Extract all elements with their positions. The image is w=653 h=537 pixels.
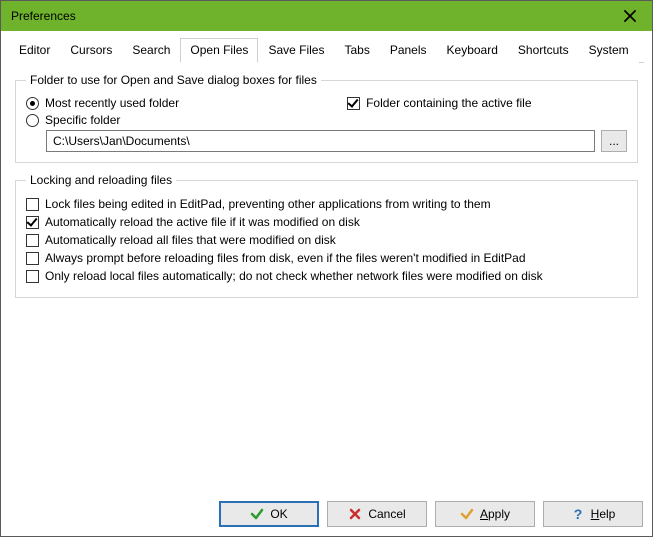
check-local-only-label: Only reload local files automatically; d… — [45, 269, 543, 283]
content-area: EditorCursorsSearchOpen FilesSave FilesT… — [1, 31, 652, 314]
tab-cursors[interactable]: Cursors — [60, 38, 122, 63]
check-auto-reload-all-label: Automatically reload all files that were… — [45, 233, 336, 247]
browse-button[interactable]: ... — [601, 130, 627, 152]
tab-save-files[interactable]: Save Files — [258, 38, 334, 63]
locking-legend: Locking and reloading files — [26, 173, 176, 187]
tab-strip: EditorCursorsSearchOpen FilesSave FilesT… — [9, 37, 644, 63]
browse-button-label: ... — [609, 135, 619, 147]
tab-system[interactable]: System — [579, 38, 639, 63]
tab-search[interactable]: Search — [122, 38, 180, 63]
close-icon — [623, 9, 637, 23]
check-auto-reload-active[interactable] — [26, 216, 39, 229]
button-bar: OK Cancel Apply ? Help — [219, 501, 643, 527]
tab-editor[interactable]: Editor — [9, 38, 60, 63]
radio-mru-label: Most recently used folder — [45, 96, 179, 110]
check-always-prompt-label: Always prompt before reloading files fro… — [45, 251, 526, 265]
tab-panels[interactable]: Panels — [380, 38, 437, 63]
help-button[interactable]: ? Help — [543, 501, 643, 527]
check-lock-files[interactable] — [26, 198, 39, 211]
ok-button-label: OK — [270, 507, 287, 521]
folder-groupbox: Folder to use for Open and Save dialog b… — [15, 73, 638, 163]
tab-panel-open-files: Folder to use for Open and Save dialog b… — [9, 63, 644, 314]
help-button-label: Help — [591, 507, 616, 521]
cancel-button[interactable]: Cancel — [327, 501, 427, 527]
check-icon — [250, 507, 264, 521]
cancel-button-label: Cancel — [368, 507, 405, 521]
radio-mru[interactable] — [26, 97, 39, 110]
check-always-prompt[interactable] — [26, 252, 39, 265]
question-icon: ? — [571, 507, 585, 521]
tab-shortcuts[interactable]: Shortcuts — [508, 38, 579, 63]
x-icon — [348, 507, 362, 521]
tab-open-files[interactable]: Open Files — [180, 38, 258, 63]
specific-folder-input[interactable] — [46, 130, 595, 152]
titlebar: Preferences — [1, 1, 652, 31]
check-lock-files-label: Lock files being edited in EditPad, prev… — [45, 197, 491, 211]
check-icon — [460, 507, 474, 521]
folder-legend: Folder to use for Open and Save dialog b… — [26, 73, 321, 87]
check-active-file-folder[interactable] — [347, 97, 360, 110]
locking-groupbox: Locking and reloading files Lock files b… — [15, 173, 638, 298]
window-title: Preferences — [11, 9, 607, 23]
tab-keyboard[interactable]: Keyboard — [437, 38, 508, 63]
tab-tabs[interactable]: Tabs — [334, 38, 379, 63]
svg-text:?: ? — [573, 507, 582, 521]
check-auto-reload-active-label: Automatically reload the active file if … — [45, 215, 360, 229]
close-button[interactable] — [607, 1, 652, 31]
check-active-file-folder-label: Folder containing the active file — [366, 96, 531, 110]
check-local-only[interactable] — [26, 270, 39, 283]
apply-button[interactable]: Apply — [435, 501, 535, 527]
radio-specific[interactable] — [26, 114, 39, 127]
ok-button[interactable]: OK — [219, 501, 319, 527]
apply-button-label: Apply — [480, 507, 510, 521]
check-auto-reload-all[interactable] — [26, 234, 39, 247]
radio-specific-label: Specific folder — [45, 113, 120, 127]
